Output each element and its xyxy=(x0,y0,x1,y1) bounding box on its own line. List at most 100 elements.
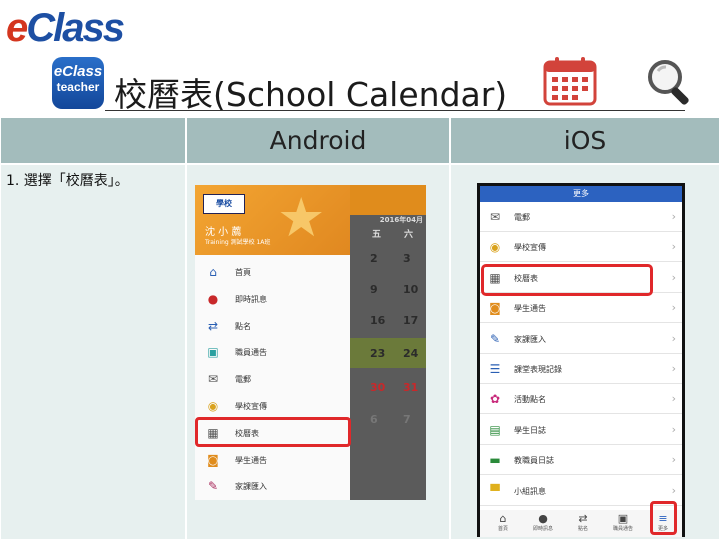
eclass-teacher-app-icon: eClass teacher xyxy=(52,57,104,109)
ios-screenshot: 更多 ✉ 電郵 › ◉ 學校宣傳 › ▦ 校曆表 › ◙ 學生通告 › ✎ 家課匯入 › ☰ 課堂表現記錄 › ✿ 活… xyxy=(477,183,685,537)
notice-icon: ▣ xyxy=(207,345,219,360)
ios-list-label: 電郵 xyxy=(514,213,530,222)
android-menu-label: 家課匯入 xyxy=(235,482,267,492)
ios-list-item[interactable]: ✎ 家課匯入 › xyxy=(480,324,682,354)
android-calendar-highlight xyxy=(195,417,351,447)
calendar-week-row: 30 31 xyxy=(350,372,426,402)
teacher-logo-line2: teacher xyxy=(56,80,100,94)
swap-icon: ⇄ xyxy=(578,512,588,525)
star-icon: ★ xyxy=(277,186,326,249)
chevron-right-icon: › xyxy=(671,301,676,315)
calendar-day[interactable]: 7 xyxy=(403,413,411,426)
header-android-cell: Android xyxy=(186,117,450,164)
android-menu-label: 點名 xyxy=(235,321,251,331)
user-subtitle: Training 測試學校 1A班 xyxy=(205,239,271,246)
ios-list-item[interactable]: ✉ 電郵 › xyxy=(480,202,682,232)
ios-list-item[interactable]: ▬ 教職員日誌 › xyxy=(480,445,682,476)
ios-tab-label: 即時訊息 xyxy=(532,526,553,532)
ios-header-title: 更多 xyxy=(480,186,682,202)
student-notice-icon: ◙ xyxy=(207,452,219,467)
ios-list-item[interactable]: ◉ 學校宣傳 › xyxy=(480,232,682,263)
ios-more-list: ✉ 電郵 › ◉ 學校宣傳 › ▦ 校曆表 › ◙ 學生通告 › ✎ 家課匯入 › ☰ 課堂表現記錄 › ✿ 活動點名… xyxy=(480,202,682,510)
chevron-right-icon: › xyxy=(671,331,676,345)
alert-icon: ● xyxy=(207,291,219,306)
calendar-day[interactable]: 17 xyxy=(403,314,418,327)
android-menu-item[interactable]: ⇄ 點名 xyxy=(195,313,350,339)
ios-list-label: 學生通告 xyxy=(514,304,546,314)
ios-list-label: 教職員日誌 xyxy=(514,456,554,466)
chevron-right-icon: › xyxy=(671,362,676,375)
ios-list-item[interactable]: ☰ 課堂表現記錄 › xyxy=(480,354,682,384)
chevron-right-icon: › xyxy=(671,270,676,284)
calendar-icon xyxy=(543,57,597,106)
calendar-day[interactable]: 16 xyxy=(370,314,385,327)
calendar-day[interactable]: 23 xyxy=(370,347,385,360)
calendar-week-row: 67 xyxy=(350,404,426,434)
calendar-day[interactable]: 24 xyxy=(403,347,418,360)
ios-tab[interactable]: ⌂ 首頁 xyxy=(486,512,520,536)
calendar-day[interactable]: 3 xyxy=(403,252,411,265)
weekday-label: 六 xyxy=(404,230,414,240)
title-underline xyxy=(105,110,685,111)
header-blank-cell xyxy=(0,117,186,164)
ios-tab-label: 點名 xyxy=(577,526,588,532)
calendar-day[interactable]: 31 xyxy=(403,381,418,394)
calendar-week-row: 23 xyxy=(350,243,426,273)
student-notice-icon: ◙ xyxy=(489,301,501,316)
android-menu-label: 即時訊息 xyxy=(235,294,267,304)
ios-list-label: 家課匯入 xyxy=(514,334,546,344)
group-message-icon: ▀ xyxy=(490,483,500,498)
chevron-right-icon: › xyxy=(671,392,676,406)
school-logo: 學校 xyxy=(203,194,245,214)
android-menu-item[interactable]: ▣ 職員通告 xyxy=(195,339,350,365)
calendar-day[interactable]: 6 xyxy=(370,413,378,426)
user-name: 沈 小 薦 xyxy=(205,227,242,238)
android-screenshot: 2016年04月 五六 2 3 9 10 16 17 23 24 30 31 6 7 ★ 學校 沈 小 … xyxy=(195,185,426,500)
calendar-day[interactable]: 9 xyxy=(370,283,378,296)
ios-tab[interactable]: ▣ 職員通告 xyxy=(606,512,640,536)
android-menu-item[interactable]: ✉ 電郵 xyxy=(195,366,350,392)
ios-tab-label: 職員通告 xyxy=(612,526,633,532)
step-1-instruction: 1. 選擇「校曆表」。 xyxy=(6,173,129,189)
calendar-day[interactable]: 2 xyxy=(370,252,378,265)
ios-tab[interactable]: ● 即時訊息 xyxy=(526,512,560,536)
ios-calendar-highlight xyxy=(481,264,653,296)
drawer-header: ★ 學校 沈 小 薦 Training 測試學校 1A班 xyxy=(195,185,350,255)
chevron-right-icon: › xyxy=(671,483,676,497)
home-icon: ⌂ xyxy=(209,265,217,279)
ios-more-tab-highlight xyxy=(650,501,677,535)
ios-list-item[interactable]: ◙ 學生通告 › xyxy=(480,293,682,324)
android-menu-label: 學生通告 xyxy=(235,455,267,465)
android-menu-item[interactable]: ◉ 學校宣傳 xyxy=(195,393,350,419)
ios-tab[interactable]: ⇄ 點名 xyxy=(566,512,600,536)
chevron-right-icon: › xyxy=(671,210,676,223)
android-menu-label: 學校宣傳 xyxy=(235,402,267,411)
android-menu-item[interactable]: ● 即時訊息 xyxy=(195,286,350,312)
step-cell xyxy=(0,164,186,540)
notice-icon: ▣ xyxy=(617,512,629,525)
android-menu-label: 首頁 xyxy=(235,268,251,277)
home-icon: ⌂ xyxy=(499,512,507,525)
eclass-logo: eClass xyxy=(6,6,125,50)
android-calendar-background: 2016年04月 五六 2 3 9 10 16 17 23 24 30 31 6 7 xyxy=(350,185,426,500)
android-menu-item[interactable]: ✎ 家課匯入 xyxy=(195,473,350,499)
calendar-day[interactable]: 10 xyxy=(403,283,418,296)
teacher-logo-line1: eClass xyxy=(53,63,103,80)
homework-icon: ✎ xyxy=(207,479,219,494)
ios-list-item[interactable]: ▤ 學生日誌 › xyxy=(480,415,682,445)
broadcast-icon: ◉ xyxy=(489,240,501,255)
android-menu-item[interactable]: ⌂ 首頁 xyxy=(195,259,350,285)
ios-column-title: iOS xyxy=(563,126,607,155)
android-menu-label: 職員通告 xyxy=(235,348,267,358)
android-menu-item[interactable]: ◙ 學生通告 xyxy=(195,447,350,473)
mail-icon: ✉ xyxy=(207,372,219,387)
homework-icon: ✎ xyxy=(489,331,501,346)
ios-list-label: 學校宣傳 xyxy=(514,243,546,253)
ios-list-item[interactable]: ✿ 活動點名 › xyxy=(480,384,682,415)
calendar-day[interactable]: 30 xyxy=(370,381,385,394)
alert-icon: ● xyxy=(538,512,548,525)
calendar-week-row: 23 24 xyxy=(350,338,426,368)
activity-icon: ✿ xyxy=(489,392,501,407)
page-title: 校曆表(School Calendar) xyxy=(114,75,508,114)
weekday-label: 五 xyxy=(372,230,382,240)
